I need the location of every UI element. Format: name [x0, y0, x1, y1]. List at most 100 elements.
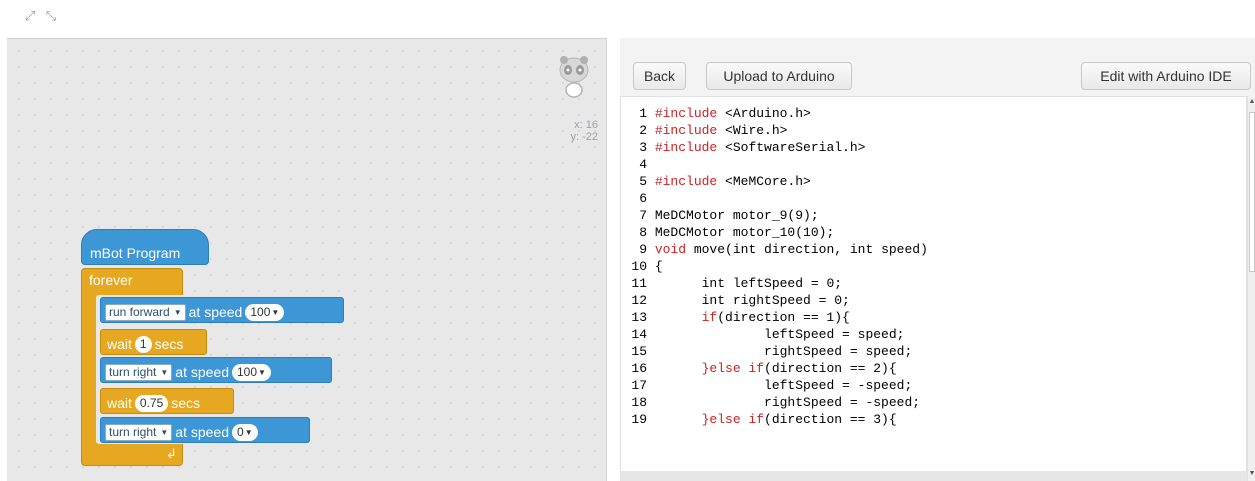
direction-value: turn right	[109, 364, 157, 379]
code-line: 18 rightSpeed = -speed;	[621, 394, 920, 411]
line-number: 13	[631, 310, 647, 325]
direction-value: turn right	[109, 424, 157, 439]
speed-value: 100	[250, 304, 271, 319]
code-line: 9 void move(int direction, int speed)	[621, 241, 928, 258]
direction-dropdown[interactable]: run forward ▼	[105, 303, 186, 321]
shrink-arrows-icon[interactable]: ⤡	[43, 10, 59, 24]
code-text: <Arduino.h>	[717, 106, 811, 121]
wait-seconds-input[interactable]: 0.75	[134, 394, 169, 412]
scrollbar-thumb[interactable]	[1249, 112, 1255, 272]
mbot-program-hat-block[interactable]: mBot Program	[81, 229, 209, 265]
code-text: rightSpeed = -speed;	[654, 395, 921, 410]
speed-input[interactable]: 100▼	[232, 363, 271, 381]
code-keyword: #include	[654, 123, 718, 138]
line-number: 5	[639, 174, 647, 189]
turn-block[interactable]: turn right ▼ at speed 0▼	[100, 417, 310, 443]
line-number: 16	[631, 361, 647, 376]
line-number: 11	[631, 276, 647, 291]
wait-seconds-input[interactable]: 1	[134, 335, 152, 353]
code-text: MeDCMotor motor_9(9);	[654, 208, 819, 223]
speed-value: 100	[237, 364, 258, 379]
back-button[interactable]: Back	[633, 62, 686, 90]
code-line: 13 if(direction == 1){	[621, 309, 850, 326]
speed-input[interactable]: 0▼	[232, 423, 258, 441]
direction-dropdown[interactable]: turn right ▼	[105, 363, 173, 381]
panda-icon[interactable]	[557, 54, 591, 112]
code-editor[interactable]: 1 #include <Arduino.h> 2 #include <Wire.h…	[620, 96, 1247, 481]
code-text: <MeMCore.h>	[717, 174, 811, 189]
code-text: int leftSpeed = 0;	[654, 276, 843, 291]
code-text: leftSpeed = speed;	[654, 327, 905, 342]
upload-to-arduino-button[interactable]: Upload to Arduino	[706, 62, 852, 90]
code-line: 10 {	[621, 258, 663, 275]
at-speed-label: at speed	[188, 304, 243, 321]
code-keyword: if	[701, 310, 718, 325]
wait-label: wait	[107, 336, 132, 353]
code-line: 19 }else if(direction == 3){	[621, 411, 896, 428]
line-number: 12	[631, 293, 647, 308]
scroll-down-arrow-icon[interactable]: ▼	[1248, 470, 1255, 477]
secs-label: secs	[154, 336, 184, 353]
code-line: 1 #include <Arduino.h>	[621, 105, 811, 122]
code-keyword: #include	[654, 106, 718, 121]
loop-return-arrow-icon: ↲	[166, 447, 177, 462]
speed-value: 0	[237, 424, 244, 439]
code-text: int rightSpeed = 0;	[654, 293, 850, 308]
code-line: 4	[621, 156, 655, 173]
chevron-down-icon: ▼	[271, 307, 280, 317]
code-text: <Wire.h>	[717, 123, 788, 138]
code-text: {	[654, 259, 663, 274]
sprite-coordinates: x: 16 y: -22	[542, 119, 598, 143]
chevron-down-icon: ▼	[258, 367, 266, 377]
code-text: (direction == 1){	[717, 310, 850, 325]
speed-input[interactable]: 100▼	[245, 303, 285, 321]
line-number: 8	[639, 225, 647, 240]
line-number: 7	[639, 208, 647, 223]
scroll-up-arrow-icon[interactable]: ▲	[1248, 98, 1255, 105]
code-text: <SoftwareSerial.h>	[717, 140, 866, 155]
wait-block[interactable]: wait 0.75 secs	[100, 388, 234, 414]
line-number: 6	[639, 191, 647, 206]
edit-with-arduino-ide-button[interactable]: Edit with Arduino IDE	[1081, 62, 1251, 90]
code-text: (direction == 2){	[764, 361, 897, 376]
line-number: 1	[639, 106, 647, 121]
chevron-down-icon: ▼	[173, 307, 182, 317]
line-number: 14	[631, 327, 647, 342]
panel-divider[interactable]	[607, 38, 620, 481]
direction-dropdown[interactable]: turn right ▼	[105, 423, 173, 441]
horizontal-scrollbar[interactable]	[620, 471, 1247, 481]
code-text: rightSpeed = speed;	[654, 344, 913, 359]
code-text: move(int direction, int speed)	[686, 242, 928, 257]
line-number: 18	[631, 395, 647, 410]
scripts-area[interactable]: x: 16 y: -22 mBot Program forever ↲ run …	[7, 38, 607, 481]
code-keyword: #include	[654, 140, 718, 155]
vertical-scrollbar[interactable]: ▲ ▼	[1247, 96, 1255, 481]
line-number: 2	[639, 123, 647, 138]
code-line: 5 #include <MeMCore.h>	[621, 173, 811, 190]
run-block[interactable]: run forward ▼ at speed 100▼	[100, 297, 344, 323]
code-line: 17 leftSpeed = -speed;	[621, 377, 912, 394]
line-number: 15	[631, 344, 647, 359]
line-number: 19	[631, 412, 647, 427]
code-line: 14 leftSpeed = speed;	[621, 326, 904, 343]
forever-label: forever	[89, 272, 133, 288]
expand-arrows-icon[interactable]: ⤢	[22, 10, 38, 24]
turn-block[interactable]: turn right ▼ at speed 100▼	[100, 357, 332, 383]
wait-block[interactable]: wait 1 secs	[100, 329, 207, 355]
